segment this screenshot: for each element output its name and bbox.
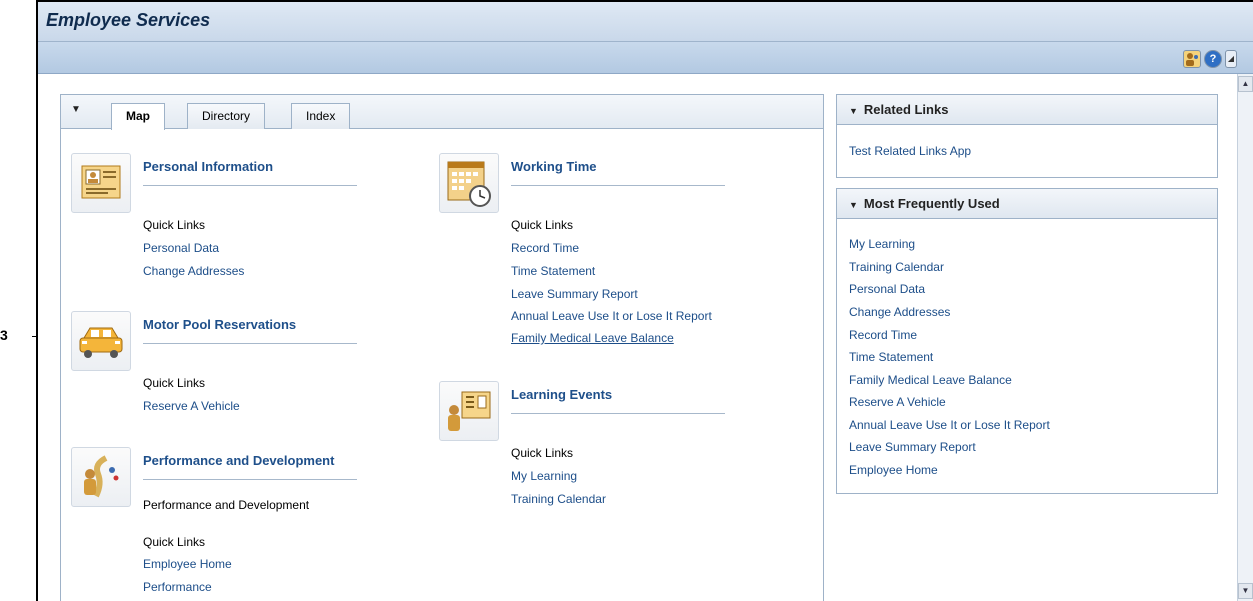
most-used-title: Most Frequently Used (863, 196, 1000, 211)
area-title-motor-pool[interactable]: Motor Pool Reservations (143, 317, 296, 332)
quick-links-label: Quick Links (143, 535, 206, 549)
related-links-title: Related Links (863, 102, 949, 117)
link-family-medical-leave-balance[interactable]: Family Medical Leave Balance (511, 331, 674, 345)
area-personal-information: Personal Information Quick Links Persona… (71, 153, 371, 293)
menu-arrow-icon[interactable]: ◢ (1225, 50, 1237, 68)
tab-strip: ▼ Map Directory Index (61, 95, 823, 130)
most-used-link[interactable]: Record Time (849, 328, 917, 342)
app-window: Employee Services ? ◢ ▲ ▼ ▼ Map Director… (36, 0, 1253, 601)
calendar-clock-icon[interactable] (439, 153, 499, 213)
quick-links-label: Quick Links (143, 376, 206, 390)
most-used-header[interactable]: ▼ Most Frequently Used (837, 189, 1217, 219)
most-used-link[interactable]: Employee Home (849, 463, 938, 477)
tab-index[interactable]: Index (291, 103, 351, 129)
scroll-down-icon[interactable]: ▼ (1238, 583, 1253, 599)
link-performance[interactable]: Performance (143, 580, 212, 594)
link-test-related-links-app[interactable]: Test Related Links App (849, 144, 971, 158)
divider (511, 413, 725, 414)
link-leave-summary-report[interactable]: Leave Summary Report (511, 287, 638, 301)
most-used-link[interactable]: Reserve A Vehicle (849, 395, 946, 409)
link-record-time[interactable]: Record Time (511, 241, 579, 255)
divider (143, 185, 357, 186)
toolbar: ? ◢ (38, 42, 1253, 74)
most-used-link[interactable]: Time Statement (849, 350, 933, 364)
link-time-statement[interactable]: Time Statement (511, 264, 595, 278)
title-bar: Employee Services (38, 2, 1253, 42)
area-title-working-time[interactable]: Working Time (511, 159, 596, 174)
quick-links-label: Quick Links (511, 446, 574, 460)
vertical-scrollbar[interactable]: ▲ ▼ (1237, 74, 1253, 601)
person-icon[interactable] (1183, 50, 1201, 68)
area-subtitle-performance: Performance and Development (143, 498, 310, 512)
area-title-personal-information[interactable]: Personal Information (143, 159, 273, 174)
learning-icon[interactable] (439, 381, 499, 441)
tab-directory[interactable]: Directory (187, 103, 266, 129)
collapse-triangle-icon: ▼ (849, 200, 858, 210)
most-used-link[interactable]: Training Calendar (849, 260, 944, 274)
related-links-header[interactable]: ▼ Related Links (837, 95, 1217, 125)
link-reserve-vehicle[interactable]: Reserve A Vehicle (143, 399, 240, 413)
link-employee-home[interactable]: Employee Home (143, 557, 232, 571)
help-icon[interactable]: ? (1204, 50, 1222, 68)
area-working-time: Working Time Quick Links Record Time Tim… (439, 153, 769, 353)
most-used-link[interactable]: Family Medical Leave Balance (849, 373, 1012, 387)
area-motor-pool: Motor Pool Reservations Quick Links Rese… (71, 311, 371, 421)
tab-map[interactable]: Map (111, 103, 165, 130)
id-card-icon[interactable] (71, 153, 131, 213)
divider (143, 343, 357, 344)
related-links-panel: ▼ Related Links Test Related Links App (836, 94, 1218, 178)
most-frequently-used-panel: ▼ Most Frequently Used My Learning Traini… (836, 188, 1218, 494)
link-my-learning[interactable]: My Learning (511, 469, 577, 483)
link-personal-data[interactable]: Personal Data (143, 241, 219, 255)
page-title: Employee Services (46, 10, 211, 30)
career-path-icon[interactable] (71, 447, 131, 507)
link-annual-leave-report[interactable]: Annual Leave Use It or Lose It Report (511, 309, 712, 323)
area-performance: Performance and Development Performance … (71, 447, 371, 597)
car-icon[interactable] (71, 311, 131, 371)
panel-menu-icon[interactable]: ▼ (71, 104, 81, 115)
divider (511, 185, 725, 186)
quick-links-label: Quick Links (143, 218, 206, 232)
map-panel: ▼ Map Directory Index Personal Informati… (60, 94, 824, 601)
link-training-calendar[interactable]: Training Calendar (511, 492, 606, 506)
collapse-triangle-icon: ▼ (849, 106, 858, 116)
scroll-up-icon[interactable]: ▲ (1238, 76, 1253, 92)
most-used-link[interactable]: My Learning (849, 237, 915, 251)
divider (143, 479, 357, 480)
most-used-link[interactable]: Personal Data (849, 282, 925, 296)
most-used-link[interactable]: Leave Summary Report (849, 440, 976, 454)
callout-number: 3 (0, 327, 8, 343)
link-change-addresses[interactable]: Change Addresses (143, 264, 244, 278)
area-title-performance[interactable]: Performance and Development (143, 453, 334, 468)
area-learning-events: Learning Events Quick Links My Learning … (439, 381, 769, 506)
most-used-link[interactable]: Change Addresses (849, 305, 950, 319)
quick-links-label: Quick Links (511, 218, 574, 232)
area-title-learning-events[interactable]: Learning Events (511, 387, 612, 402)
most-used-link[interactable]: Annual Leave Use It or Lose It Report (849, 418, 1050, 432)
